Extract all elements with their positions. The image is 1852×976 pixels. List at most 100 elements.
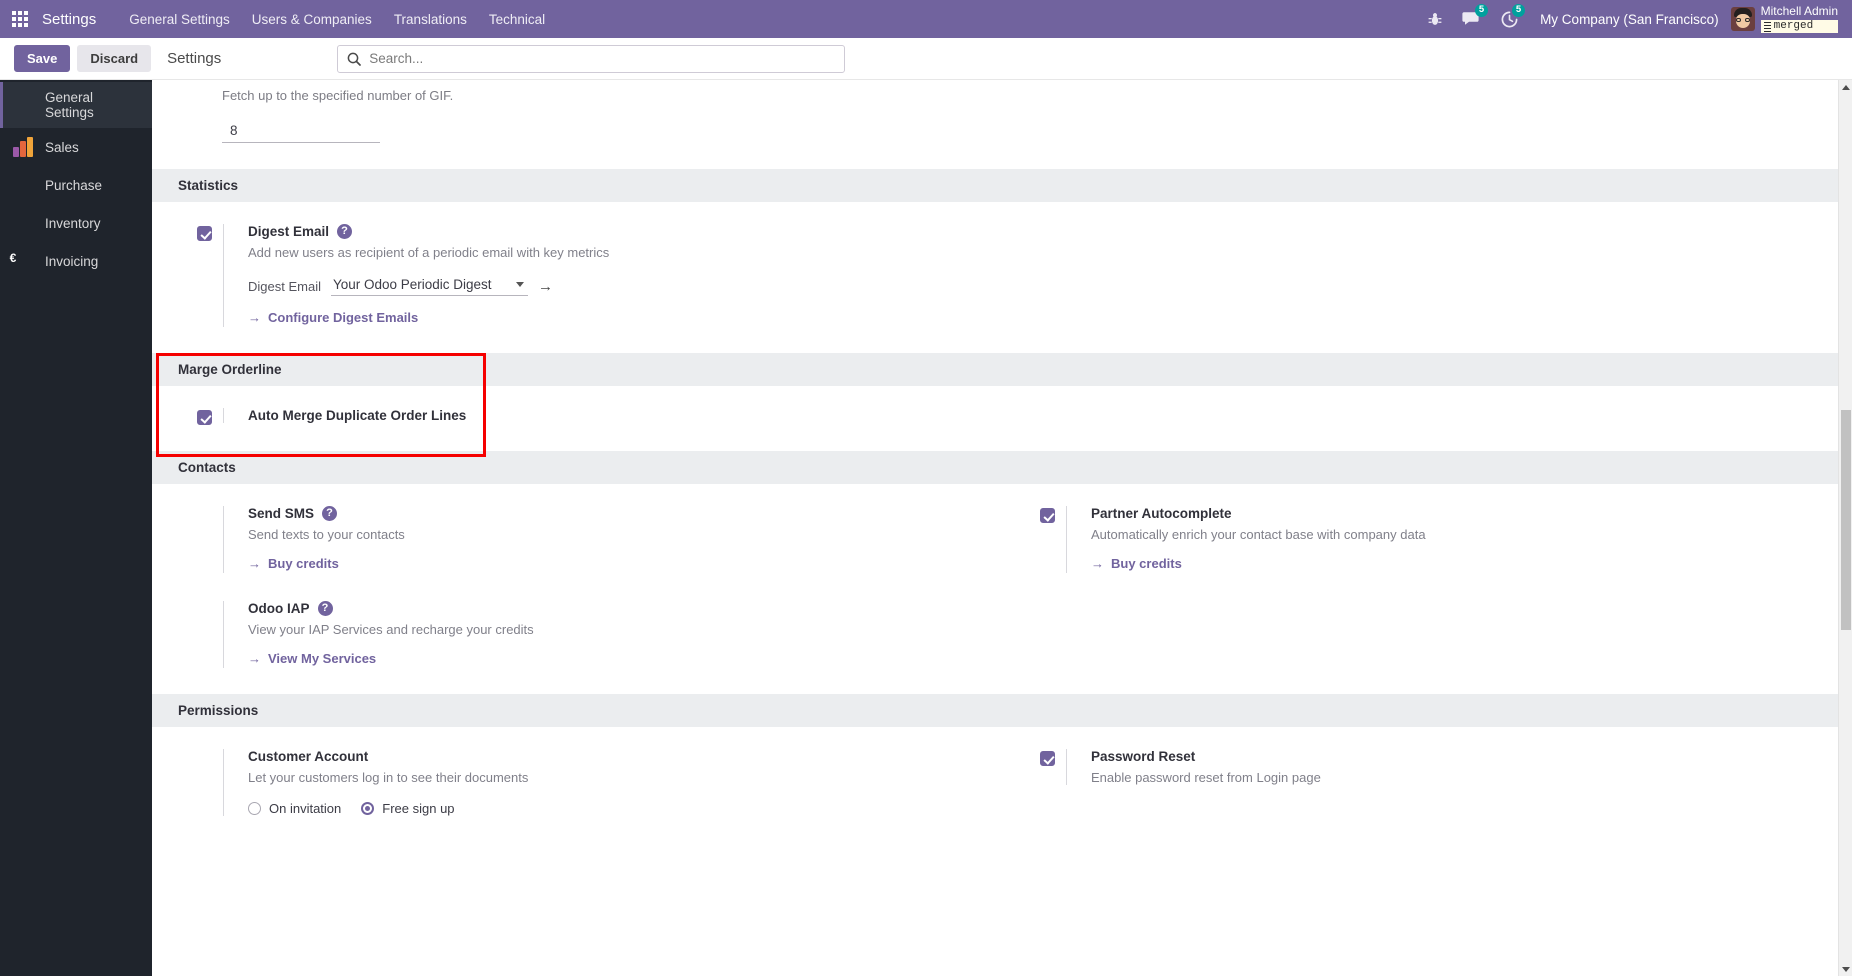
user-menu[interactable]: Mitchell Admin merged [1730, 3, 1842, 34]
question-mark-icon[interactable]: ? [317, 601, 333, 616]
setting-digest-email: Digest Email ? Add new users as recipien… [197, 224, 965, 327]
sidebar-item-invoicing[interactable]: Invoicing [0, 242, 152, 280]
send-sms-buy-credits-label: Buy credits [268, 556, 339, 571]
partner-autocomplete-label: Partner Autocomplete [1091, 506, 1232, 521]
section-header-marge-orderline: Marge Orderline [152, 353, 1838, 386]
arrow-right-icon: → [248, 556, 261, 571]
partner-autocomplete-checkbox[interactable] [1040, 508, 1055, 523]
page-body: General Settings Sales Purchase Inventor… [0, 80, 1852, 976]
sidebar-item-inventory[interactable]: Inventory [0, 204, 152, 242]
vertical-scrollbar[interactable] [1838, 80, 1852, 976]
partner-autocomplete-buy-credits-label: Buy credits [1111, 556, 1182, 571]
sidebar-item-label: Purchase [45, 177, 103, 193]
user-name: Mitchell Admin [1760, 3, 1838, 18]
question-mark-icon[interactable]: ? [337, 224, 353, 239]
radio-on-invitation-label: On invitation [269, 801, 342, 816]
send-sms-label: Send SMS [248, 506, 315, 521]
menu-general-settings[interactable]: General Settings [118, 3, 241, 36]
apps-grid-icon[interactable] [6, 4, 34, 34]
customer-account-options: On invitation Free sign up [248, 801, 965, 816]
app-brand-title[interactable]: Settings [42, 11, 96, 28]
menu-technical[interactable]: Technical [478, 3, 556, 36]
view-my-services-label: View My Services [268, 651, 377, 666]
send-sms-buy-credits-link[interactable]: → Buy credits [248, 556, 339, 571]
configure-digest-emails-link[interactable]: → Configure Digest Emails [248, 310, 418, 325]
search-icon [347, 52, 362, 66]
search-input[interactable] [369, 51, 836, 66]
partner-autocomplete-buy-credits-link[interactable]: → Buy credits [1091, 556, 1182, 571]
bug-icon[interactable] [1418, 0, 1452, 38]
password-reset-label: Password Reset [1091, 749, 1196, 764]
sidebar-item-label: General Settings [45, 90, 94, 120]
section-body-statistics: Digest Email ? Add new users as recipien… [152, 202, 1838, 353]
discard-button[interactable]: Discard [77, 45, 152, 72]
section-body-permissions: Customer Account Let your customers log … [152, 727, 1838, 842]
odoo-iap-description: View your IAP Services and recharge your… [248, 622, 534, 637]
settings-sidebar: General Settings Sales Purchase Inventor… [0, 80, 152, 976]
radio-on-invitation[interactable]: On invitation [248, 801, 341, 816]
password-reset-description: Enable password reset from Login page [1091, 770, 1321, 785]
scroll-down-arrow-icon[interactable] [1839, 962, 1852, 976]
odoo-iap-label: Odoo IAP [248, 601, 310, 616]
page-title: Settings [167, 50, 222, 67]
gif-limit-input[interactable] [222, 121, 380, 143]
menu-translations[interactable]: Translations [383, 3, 478, 36]
section-header-permissions: Permissions [152, 694, 1838, 727]
scroll-up-arrow-icon[interactable] [1839, 80, 1852, 94]
auto-merge-checkbox[interactable] [197, 410, 212, 425]
settings-scroll-area: Fetch up to the specified number of GIF.… [152, 80, 1838, 976]
setting-send-sms: Send SMS ? Send texts to your contacts →… [197, 506, 965, 573]
database-icon [1763, 21, 1771, 33]
radio-free-sign-up-label: Free sign up [382, 801, 455, 816]
messages-badge: 5 [1475, 4, 1489, 17]
purchase-app-icon [12, 174, 34, 196]
scrollbar-thumb[interactable] [1841, 410, 1851, 630]
marge-orderline-section: Marge Orderline Auto Merge Duplicate Ord… [152, 353, 1838, 457]
setting-auto-merge-duplicate-order-lines: Auto Merge Duplicate Order Lines [197, 408, 965, 425]
database-badge: merged [1760, 19, 1838, 34]
save-button[interactable]: Save [14, 45, 71, 72]
radio-icon-selected [361, 802, 375, 815]
sidebar-item-purchase[interactable]: Purchase [0, 166, 152, 204]
messages-icon[interactable]: 5 [1452, 0, 1491, 38]
digest-email-label: Digest Email [248, 224, 330, 239]
setting-odoo-iap: Odoo IAP ? View your IAP Services and re… [197, 601, 965, 668]
setting-partner-autocomplete: Partner Autocomplete Automatically enric… [1040, 506, 1808, 573]
internal-link-arrow-icon[interactable]: → [538, 278, 553, 295]
activities-icon[interactable]: 5 [1491, 0, 1528, 38]
sidebar-item-label: Inventory [45, 215, 101, 231]
send-sms-description: Send texts to your contacts [248, 527, 405, 542]
digest-email-selected-value: Your Odoo Periodic Digest [332, 277, 492, 292]
partner-autocomplete-description: Automatically enrich your contact base w… [1091, 527, 1426, 542]
settings-app-icon [12, 94, 34, 116]
control-panel: Save Discard Settings [0, 38, 1852, 80]
top-navbar: Settings General Settings Users & Compan… [0, 0, 1852, 38]
sidebar-item-general-settings[interactable]: General Settings [0, 82, 152, 128]
customer-account-description: Let your customers log in to see their d… [248, 770, 529, 785]
database-name: merged [1773, 19, 1814, 32]
sidebar-item-label: Invoicing [45, 253, 99, 269]
setting-customer-account: Customer Account Let your customers log … [197, 749, 965, 816]
digest-email-checkbox[interactable] [197, 226, 212, 241]
menu-users-and-companies[interactable]: Users & Companies [241, 3, 383, 36]
sidebar-item-label: Sales [45, 139, 79, 155]
invoicing-app-icon [12, 250, 34, 272]
section-header-contacts: Contacts [152, 451, 1838, 484]
arrow-right-icon: → [248, 651, 261, 666]
gif-limit-help: Fetch up to the specified number of GIF. [222, 88, 454, 103]
view-my-services-link[interactable]: → View My Services [248, 651, 376, 666]
digest-email-select[interactable]: Your Odoo Periodic Digest [330, 276, 528, 296]
company-switcher[interactable]: My Company (San Francisco) [1528, 12, 1731, 27]
search-box[interactable] [337, 44, 846, 73]
setting-password-reset: Password Reset Enable password reset fro… [1040, 749, 1808, 785]
digest-email-field-row: Digest Email Your Odoo Periodic Digest → [248, 276, 965, 296]
section-body-marge-orderline: Auto Merge Duplicate Order Lines [152, 386, 1838, 451]
avatar [1730, 6, 1755, 31]
radio-free-sign-up[interactable]: Free sign up [361, 801, 455, 816]
configure-digest-emails-label: Configure Digest Emails [268, 310, 419, 325]
inventory-app-icon [12, 212, 34, 234]
question-mark-icon[interactable]: ? [322, 506, 338, 521]
password-reset-checkbox[interactable] [1040, 751, 1055, 766]
arrow-right-icon: → [248, 310, 261, 325]
sidebar-item-sales[interactable]: Sales [0, 128, 152, 166]
